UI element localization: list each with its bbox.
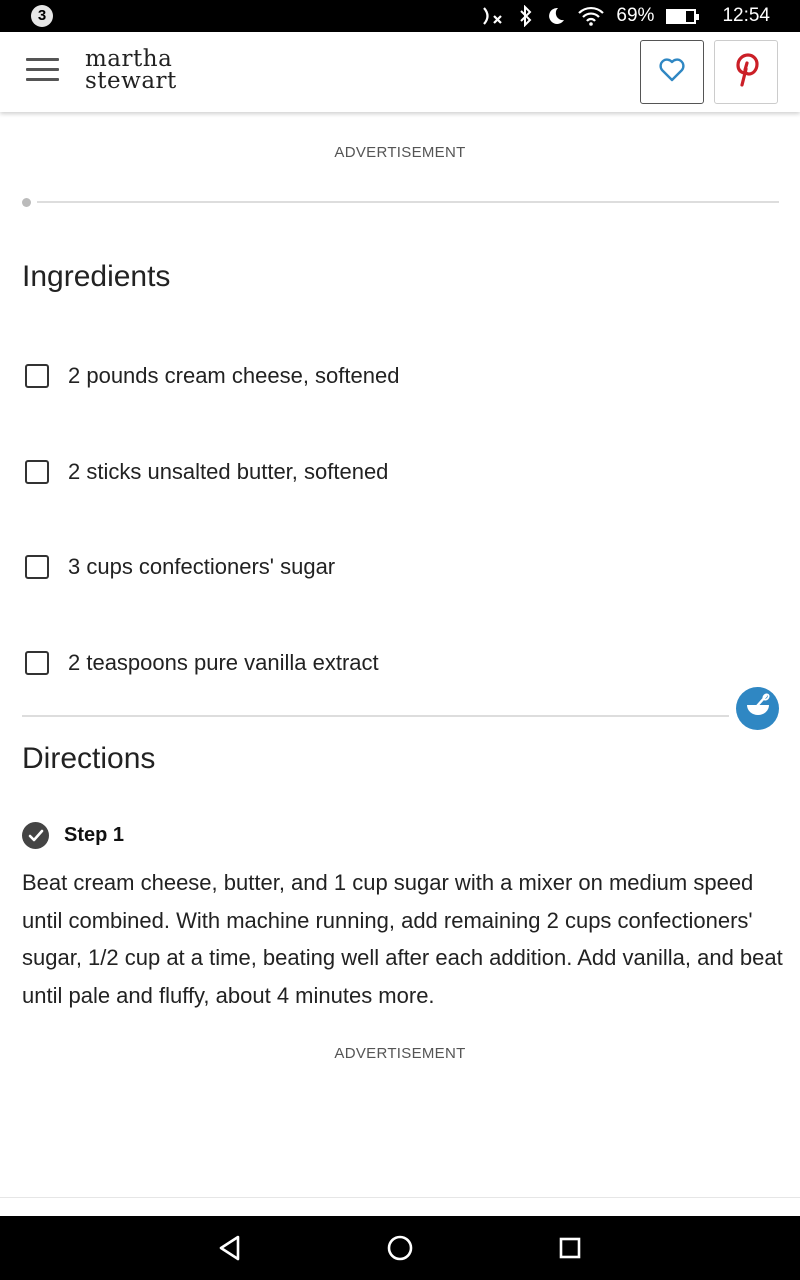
ingredient-checkbox[interactable] (25, 460, 49, 484)
directions-heading: Directions (22, 742, 156, 775)
system-nav-bar (0, 1216, 800, 1280)
cook-mode-button[interactable] (736, 687, 779, 730)
menu-icon[interactable] (26, 58, 59, 84)
content-bottom-divider (0, 1197, 800, 1198)
advertisement-label-bottom: ADVERTISEMENT (334, 1045, 466, 1062)
pinterest-icon (732, 52, 760, 92)
section-divider (22, 715, 729, 717)
ingredient-checkbox[interactable] (25, 555, 49, 579)
logo-line-1: martha (85, 46, 173, 72)
scroll-progress (22, 197, 779, 207)
nfc-off-icon (480, 5, 506, 27)
site-logo[interactable]: martha stewart (85, 46, 177, 94)
clock: 12:54 (722, 5, 770, 26)
pinterest-share-button[interactable] (714, 40, 778, 104)
progress-track (37, 201, 779, 203)
step-label: Step 1 (64, 823, 125, 846)
recents-square-icon[interactable] (554, 1232, 586, 1264)
battery-icon (666, 8, 700, 24)
ingredient-checkbox[interactable] (25, 364, 49, 388)
wifi-icon (578, 6, 605, 26)
step-text: Beat cream cheese, butter, and 1 cup sug… (22, 870, 783, 1008)
advertisement-label-top: ADVERTISEMENT (334, 144, 466, 161)
ingredient-checkbox[interactable] (25, 651, 49, 675)
status-bar: 3 69% 12:54 (0, 0, 800, 32)
notification-count-badge: 3 (31, 5, 53, 27)
logo-line-2: stewart (85, 68, 177, 94)
ingredients-heading: Ingredients (22, 260, 171, 293)
ingredient-item[interactable]: 2 sticks unsalted butter, softened (22, 452, 388, 492)
ingredient-text: 2 sticks unsalted butter, softened (68, 459, 389, 484)
ingredient-item[interactable]: 3 cups confectioners' sugar (22, 547, 335, 587)
ingredient-text: 2 teaspoons pure vanilla extract (68, 650, 379, 675)
ingredient-item[interactable]: 2 pounds cream cheese, softened (22, 356, 399, 396)
progress-dot (22, 198, 31, 207)
check-circle-icon[interactable] (22, 821, 49, 849)
mixing-bowl-whisk-icon (744, 693, 772, 724)
ingredient-text: 3 cups confectioners' sugar (68, 554, 336, 579)
battery-percent: 69% (616, 5, 655, 26)
save-favorite-button[interactable] (640, 40, 704, 104)
ingredient-item[interactable]: 2 teaspoons pure vanilla extract (22, 643, 379, 683)
heart-outline-icon (658, 57, 686, 88)
ingredient-text: 2 pounds cream cheese, softened (68, 363, 400, 388)
step-header[interactable]: Step 1 (22, 821, 124, 849)
home-circle-icon[interactable] (384, 1232, 416, 1264)
site-header: martha stewart (0, 32, 800, 112)
do-not-disturb-moon-icon (546, 6, 566, 26)
bluetooth-icon (518, 5, 534, 27)
back-triangle-icon[interactable] (214, 1232, 246, 1264)
